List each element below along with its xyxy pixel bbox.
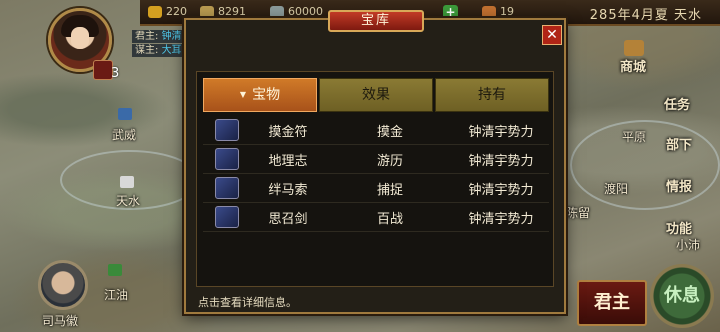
treasure-name: 地理志: [268, 153, 308, 169]
treasure-panel: ▼ 宝物 效果 持有 摸金符 摸金 钟清宇势力 地理志 游历 钟清宇势力 绊马索…: [196, 71, 554, 287]
grain-sack-icon: [200, 5, 214, 18]
table-row[interactable]: 摸金符 摸金 钟清宇势力: [203, 116, 549, 145]
strategist-value: 大耳: [161, 45, 182, 56]
menu-intel[interactable]: 情报: [666, 176, 692, 195]
table-row[interactable]: 思召剑 百战 钟清宇势力: [203, 203, 549, 232]
sort-arrow-icon: ▼: [239, 90, 247, 99]
treasure-owner: 钟清宇势力: [468, 124, 534, 140]
lord-value: 钟清: [161, 31, 182, 42]
sword-icon: [215, 206, 239, 228]
treasure-effect: 游历: [376, 153, 403, 169]
treasury-dialog: 宝库 ✕ ▼ 宝物 效果 持有 摸金符 摸金 钟清宇势力 地理志 游历 钟清宇势…: [184, 10, 566, 314]
resource-jade: 19: [482, 5, 514, 18]
table-row[interactable]: 绊马索 捕捉 钟清宇势力: [203, 174, 549, 203]
tab-label: 宝物: [252, 87, 281, 103]
lord-button[interactable]: 君主: [577, 280, 647, 326]
table-row[interactable]: 地理志 游历 钟清宇势力: [203, 145, 549, 174]
close-button[interactable]: ✕: [542, 25, 562, 45]
strategist-label: 谋主:: [135, 45, 159, 56]
city-pingyuan[interactable]: 平原: [622, 128, 646, 145]
scroll-icon: [215, 148, 239, 170]
hint-text: 点击查看详细信息。: [198, 296, 297, 309]
tab-label: 效果: [362, 87, 390, 103]
city-flag-icon: [120, 176, 134, 188]
treasure-effect: 捕捉: [376, 182, 403, 198]
treasure-effect: 百战: [376, 211, 403, 227]
treasure-name: 绊马索: [268, 182, 308, 198]
lord-label: 君主:: [135, 31, 159, 42]
treasure-owner: 钟清宇势力: [468, 153, 534, 169]
city-xiaopei[interactable]: 小沛: [676, 236, 700, 253]
advisor-name: 司马徽: [42, 314, 79, 328]
talisman-icon: [215, 119, 239, 141]
jade-icon: [482, 5, 496, 18]
treasure-list: 摸金符 摸金 钟清宇势力 地理志 游历 钟清宇势力 绊马索 捕捉 钟清宇势力 思…: [203, 116, 549, 232]
city-chenliu[interactable]: 陈留: [566, 204, 590, 221]
advisor-portrait[interactable]: [38, 260, 88, 310]
menu-troops[interactable]: 部下: [666, 134, 692, 153]
menu-shop[interactable]: 商城: [620, 56, 646, 75]
resource-grain: 8291: [200, 5, 246, 18]
rope-icon: [215, 177, 239, 199]
badge-count: 3: [111, 66, 120, 81]
resource-value: 8291: [218, 5, 246, 18]
treasure-badge-icon[interactable]: [93, 60, 113, 80]
lord-info: 君主: 钟清: [132, 30, 185, 43]
soldiers-icon: [270, 5, 284, 18]
game-date: 285年4月夏 天水: [589, 8, 702, 23]
treasure-owner: 钟清宇势力: [468, 211, 534, 227]
dialog-title: 宝库: [328, 10, 424, 32]
tab-treasure[interactable]: ▼ 宝物: [203, 78, 317, 112]
resource-value: 19: [500, 5, 514, 18]
portrait-face: [71, 27, 89, 49]
tab-label: 持有: [478, 87, 506, 103]
resource-gold: 220: [148, 5, 187, 18]
menu-function[interactable]: 功能: [666, 218, 692, 237]
column-tabs: ▼ 宝物 效果 持有: [203, 78, 549, 112]
resource-value: 220: [166, 5, 187, 18]
menu-task[interactable]: 任务: [664, 94, 690, 113]
strategist-info: 谋主: 大耳: [132, 44, 185, 57]
city-jiangyou[interactable]: 江油: [104, 286, 128, 303]
tab-owner[interactable]: 持有: [435, 78, 549, 112]
resource-value: 60000: [288, 5, 323, 18]
tab-effect[interactable]: 效果: [319, 78, 433, 112]
treasure-owner: 钟清宇势力: [468, 182, 534, 198]
city-duyang[interactable]: 渡阳: [604, 180, 628, 197]
gold-coin-icon: [148, 5, 162, 18]
treasure-effect: 摸金: [376, 124, 403, 140]
shop-icon[interactable]: [624, 40, 644, 56]
rest-button[interactable]: 休息: [650, 264, 714, 328]
city-wuwei[interactable]: 武威: [112, 126, 136, 143]
city-tianshui[interactable]: 天水: [116, 192, 140, 209]
treasure-name: 摸金符: [268, 124, 308, 140]
resource-soldiers: 60000: [270, 5, 323, 18]
city-flag-icon: [108, 264, 122, 276]
treasure-name: 思召剑: [268, 211, 308, 227]
city-flag-icon: [118, 108, 132, 120]
